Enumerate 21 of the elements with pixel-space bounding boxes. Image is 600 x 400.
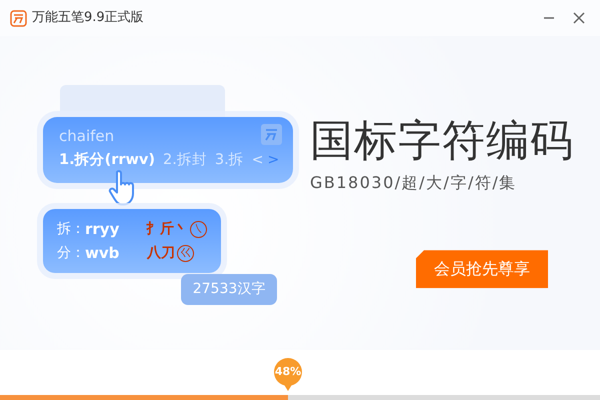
app-logo-icon — [10, 10, 27, 26]
close-icon — [573, 12, 585, 24]
next-page-button[interactable]: > — [267, 150, 280, 172]
subtitle: GB18030/超/大/字/符/集 — [310, 172, 517, 194]
key-root-mark: ㇏ — [190, 220, 207, 238]
root-text: 八刀 — [147, 244, 175, 262]
code-text: rryy — [85, 218, 120, 240]
candidate-item[interactable]: 3.拆 — [214, 150, 244, 172]
character-label: 拆： — [57, 220, 85, 238]
character-count-label: 27533汉字 — [181, 274, 277, 305]
code-text: wvb — [85, 242, 120, 264]
key-root-mark: 巜 — [177, 244, 194, 262]
candidate-item[interactable]: 1.拆分(rrwv) — [59, 150, 156, 172]
input-text: chaifen — [59, 126, 114, 147]
root-text: 扌斤丶 — [146, 220, 188, 238]
headline: 国标字符编码 — [310, 118, 574, 166]
window-title: 万能五笔9.9正式版 — [32, 9, 144, 28]
app-logo-icon — [261, 124, 282, 145]
character-label: 分： — [57, 244, 85, 262]
candidate-item[interactable]: 2.拆封 — [163, 150, 207, 172]
vip-button[interactable]: 会员抢先尊享 — [416, 250, 548, 288]
